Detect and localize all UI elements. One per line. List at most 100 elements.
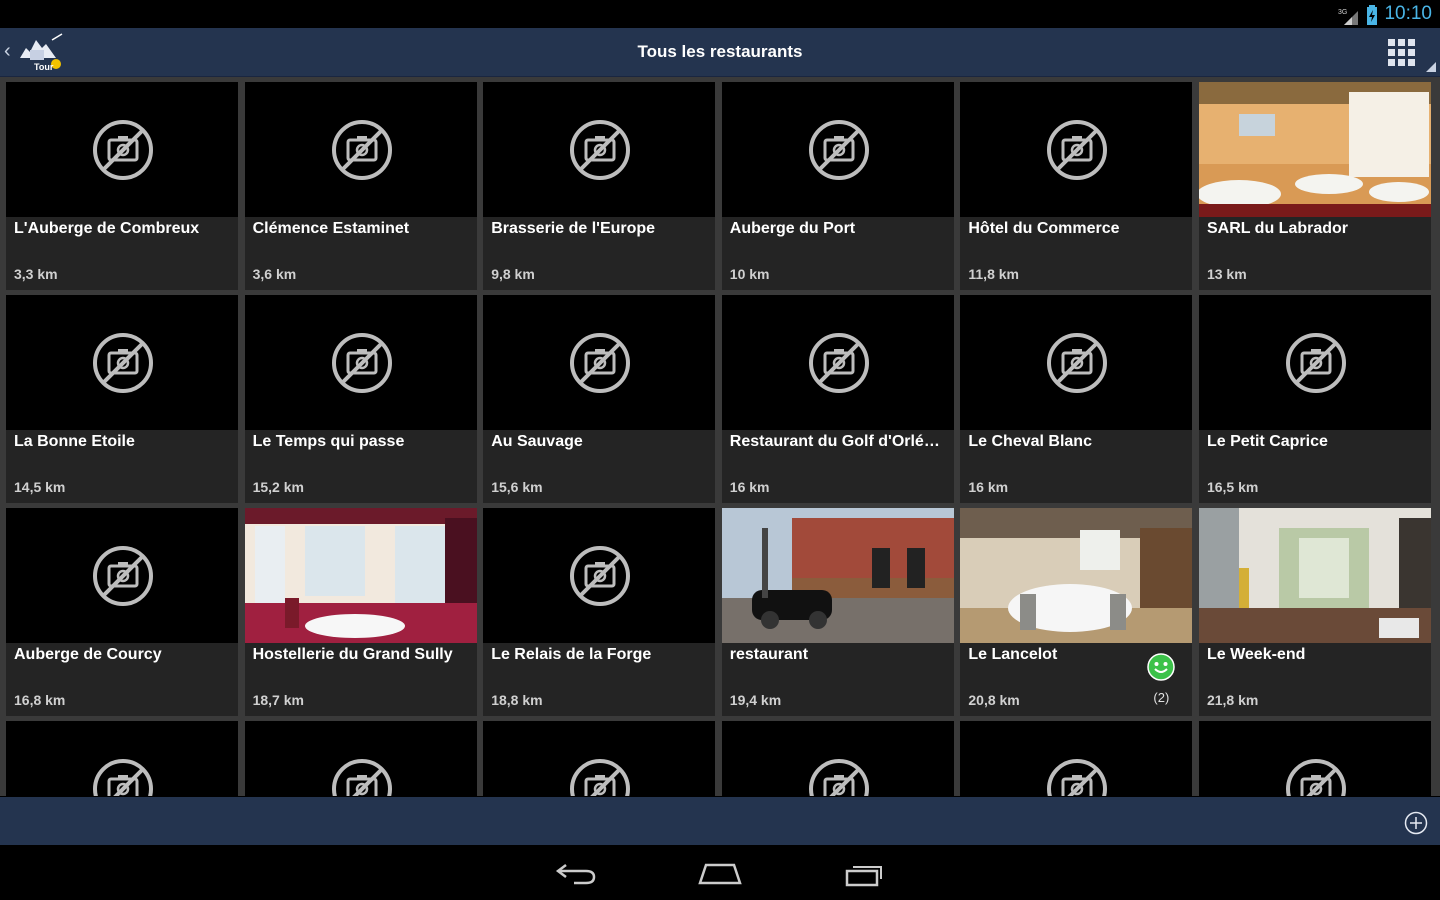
no-image-icon bbox=[569, 545, 631, 607]
no-image-icon bbox=[808, 332, 870, 394]
restaurant-photo-placeholder bbox=[244, 295, 477, 430]
restaurant-photo-placeholder bbox=[6, 721, 238, 796]
restaurant-distance: 10 km bbox=[729, 266, 770, 282]
restaurant-name: SARL du Labrador bbox=[1206, 220, 1349, 237]
restaurant-photo-placeholder bbox=[483, 295, 716, 430]
no-image-icon bbox=[569, 758, 631, 796]
restaurant-name: Le Relais de la Forge bbox=[491, 646, 652, 663]
restaurant-tile[interactable]: Le Relais de la Forge 18,8 km bbox=[483, 508, 716, 716]
no-image-icon bbox=[92, 758, 154, 796]
restaurant-photo-placeholder bbox=[483, 721, 716, 796]
restaurant-name: Hôtel du Commerce bbox=[968, 220, 1120, 237]
restaurant-distance: 18,8 km bbox=[491, 692, 543, 708]
restaurant-name: Auberge de Courcy bbox=[14, 646, 162, 663]
restaurant-tile[interactable] bbox=[483, 721, 716, 796]
restaurant-distance: 19,4 km bbox=[729, 692, 782, 708]
restaurant-photo-placeholder bbox=[6, 82, 238, 217]
restaurant-name: L'Auberge de Combreux bbox=[14, 220, 200, 237]
no-image-icon bbox=[569, 119, 631, 181]
no-image-icon bbox=[1285, 332, 1347, 394]
restaurant-tile[interactable]: Le Petit Caprice 16,5 km bbox=[1198, 295, 1431, 503]
restaurant-distance: 9,8 km bbox=[491, 266, 535, 282]
restaurant-name: Le Temps qui passe bbox=[252, 433, 405, 450]
home-icon bbox=[698, 863, 742, 885]
restaurant-name: Restaurant du Golf d'Orléa… bbox=[729, 433, 946, 450]
home-button[interactable] bbox=[698, 859, 742, 887]
restaurant-distance: 13 km bbox=[1206, 266, 1247, 282]
restaurant-grid-scroll[interactable]: L'Auberge de Combreux 3,3 km Clémence Esta… bbox=[0, 77, 1440, 796]
restaurant-tile[interactable]: SARL du Labrador 13 km bbox=[1198, 82, 1431, 290]
no-image-icon bbox=[1046, 758, 1108, 796]
restaurant-tile[interactable]: La Bonne Etoile 14,5 km bbox=[6, 295, 238, 503]
restaurant-photo-placeholder bbox=[960, 295, 1193, 430]
restaurant-photo-placeholder bbox=[1198, 721, 1431, 796]
restaurant-distance: 18,7 km bbox=[252, 692, 304, 708]
rating-count: (2) bbox=[1153, 690, 1170, 705]
page-title: Tous les restaurants bbox=[637, 42, 803, 61]
smiley-icon bbox=[1146, 653, 1176, 686]
restaurant-tile[interactable]: Auberge du Port 10 km bbox=[721, 82, 954, 290]
restaurant-tile[interactable] bbox=[244, 721, 477, 796]
restaurant-photo-placeholder bbox=[721, 721, 954, 796]
restaurant-distance: 11,8 km bbox=[968, 266, 1019, 282]
bottom-bar bbox=[0, 797, 1440, 845]
restaurant-tile[interactable]: Le Temps qui passe 15,2 km bbox=[244, 295, 477, 503]
recent-apps-icon bbox=[845, 866, 882, 887]
restaurant-photo bbox=[1198, 82, 1431, 217]
restaurant-distance: 15,6 km bbox=[491, 479, 543, 495]
action-bar: ‹ Tour Tous les restaurants bbox=[0, 28, 1440, 77]
no-image-icon bbox=[1285, 758, 1347, 796]
restaurant-tile[interactable]: Clémence Estaminet 3,6 km bbox=[244, 82, 477, 290]
restaurant-name: Le Cheval Blanc bbox=[968, 433, 1092, 450]
restaurant-photo-placeholder bbox=[483, 82, 716, 217]
restaurant-name: La Bonne Etoile bbox=[14, 433, 135, 450]
restaurant-name: Le Petit Caprice bbox=[1206, 433, 1328, 450]
restaurant-tile[interactable]: Le Cheval Blanc 16 km bbox=[960, 295, 1193, 503]
overflow-indicator-icon bbox=[1426, 62, 1436, 72]
restaurant-tile[interactable]: L'Auberge de Combreux 3,3 km bbox=[6, 82, 238, 290]
restaurant-tile[interactable] bbox=[6, 721, 238, 796]
restaurant-photo-placeholder bbox=[244, 82, 477, 217]
restaurant-name: Hostellerie du Grand Sully bbox=[252, 646, 453, 663]
restaurant-photo bbox=[960, 508, 1193, 643]
restaurant-photo-placeholder bbox=[1198, 295, 1431, 430]
restaurant-tile[interactable]: restaurant 19,4 km bbox=[721, 508, 954, 716]
restaurant-name: Au Sauvage bbox=[491, 433, 583, 450]
no-image-icon bbox=[808, 119, 870, 181]
restaurant-tile[interactable] bbox=[721, 721, 954, 796]
add-button[interactable] bbox=[1404, 811, 1428, 835]
clock: 10:10 bbox=[1384, 3, 1432, 24]
back-button[interactable] bbox=[554, 859, 598, 887]
rating-badge: (2) bbox=[1146, 653, 1176, 705]
restaurant-distance: 21,8 km bbox=[1206, 692, 1259, 708]
restaurant-distance: 16,8 km bbox=[14, 692, 66, 708]
restaurant-tile[interactable]: Le Week-end 21,8 km bbox=[1198, 508, 1431, 716]
grid-view-button[interactable] bbox=[1388, 39, 1416, 67]
plus-circle-icon bbox=[1404, 811, 1428, 835]
restaurant-distance: 16,5 km bbox=[1206, 479, 1259, 495]
restaurant-tile[interactable] bbox=[960, 721, 1193, 796]
restaurant-photo-placeholder bbox=[6, 508, 238, 643]
restaurant-photo-placeholder bbox=[6, 295, 238, 430]
signal-icon: 3G bbox=[1338, 7, 1360, 30]
status-bar: 3G 10:10 bbox=[0, 0, 1440, 28]
restaurant-tile[interactable] bbox=[1198, 721, 1431, 796]
restaurant-tile[interactable]: Auberge de Courcy 16,8 km bbox=[6, 508, 238, 716]
restaurant-tile[interactable]: Brasserie de l'Europe 9,8 km bbox=[483, 82, 716, 290]
restaurant-tile[interactable]: Le Lancelot 20,8 km (2) bbox=[960, 508, 1193, 716]
svg-text:3G: 3G bbox=[1338, 9, 1347, 16]
restaurant-tile[interactable]: Au Sauvage 15,6 km bbox=[483, 295, 716, 503]
restaurant-name: Le Week-end bbox=[1206, 646, 1306, 663]
restaurant-distance: 15,2 km bbox=[252, 479, 304, 495]
back-icon bbox=[555, 864, 596, 885]
system-navigation-bar bbox=[0, 845, 1440, 900]
recent-apps-button[interactable] bbox=[843, 859, 887, 887]
restaurant-tile[interactable]: Hôtel du Commerce 11,8 km bbox=[960, 82, 1193, 290]
restaurant-distance: 3,6 km bbox=[252, 266, 297, 282]
restaurant-photo-placeholder bbox=[721, 82, 954, 217]
no-image-icon bbox=[331, 758, 393, 796]
restaurant-tile[interactable]: Hostellerie du Grand Sully 18,7 km bbox=[244, 508, 477, 716]
restaurant-tile[interactable]: Restaurant du Golf d'Orléa… 16 km bbox=[721, 295, 954, 503]
battery-icon bbox=[1366, 5, 1378, 30]
restaurant-photo-placeholder bbox=[244, 721, 477, 796]
